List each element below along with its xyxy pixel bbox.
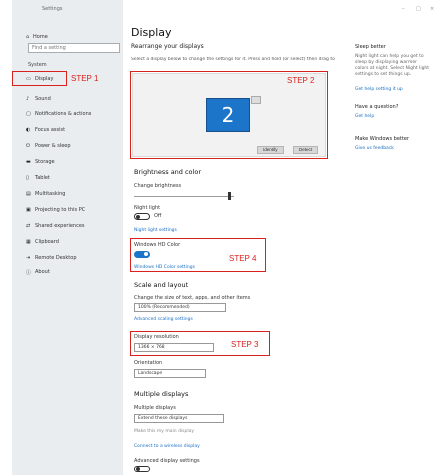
sidebar-item-label: Remote Desktop (35, 255, 77, 261)
speaker-icon: ♪ (26, 96, 30, 102)
sidebar-item-label: Tablet (35, 175, 50, 181)
step1-highlight-box (12, 71, 67, 86)
home-link[interactable]: Home (33, 34, 48, 40)
section-heading-multiple-displays: Multiple displays (134, 390, 189, 398)
notification-icon: ▢ (26, 111, 31, 117)
remote-icon: ⇥ (26, 255, 31, 261)
share-icon: ⇄ (26, 223, 31, 229)
home-icon[interactable]: ⌂ (26, 34, 29, 40)
orientation-label: Orientation (134, 360, 163, 366)
toggle-knob (136, 467, 140, 471)
sidebar-item-shared-experiences[interactable]: ⇄ Shared experiences (26, 220, 122, 232)
sidebar-item-label: Clipboard (35, 239, 59, 245)
power-icon: ⏻ (26, 143, 30, 149)
sleep-help-link[interactable]: Get help setting it up (355, 87, 403, 92)
sidebar-item-label: Focus assist (35, 127, 66, 133)
toggle-knob (136, 215, 140, 219)
page-title: Display (131, 26, 172, 39)
give-feedback-link[interactable]: Give us feedback (355, 146, 394, 151)
close-icon[interactable]: × (430, 6, 434, 12)
sidebar-item-tablet[interactable]: ▯ Tablet (26, 172, 122, 184)
info-icon: ⓘ (26, 270, 32, 276)
advanced-scaling-link[interactable]: Advanced scaling settings (134, 317, 193, 322)
multiple-displays-dropdown[interactable]: Extend these displays (134, 414, 224, 423)
sidebar-item-power[interactable]: ⏻ Power & sleep (26, 140, 122, 152)
sidebar-item-label: Storage (35, 159, 55, 165)
feedback-heading: Make Windows better (355, 136, 409, 142)
storage-icon: ▬ (26, 159, 31, 165)
projector-icon: ▣ (26, 207, 31, 213)
sidebar-item-remote-desktop[interactable]: ⇥ Remote Desktop (26, 252, 122, 264)
moon-icon: ◐ (26, 127, 31, 133)
wireless-display-link[interactable]: Connect to a wireless display (134, 444, 200, 449)
get-help-link[interactable]: Get help (355, 114, 374, 119)
sidebar-item-multitasking[interactable]: ▤ Multitasking (26, 188, 122, 200)
brightness-slider-track[interactable] (134, 196, 234, 197)
multiple-displays-label: Multiple displays (134, 405, 176, 411)
sidebar-item-sound[interactable]: ♪ Sound (26, 93, 122, 105)
step1-label: STEP 1 (71, 74, 99, 83)
brightness-label: Change brightness (134, 183, 182, 189)
multitasking-icon: ▤ (26, 191, 31, 197)
night-light-toggle[interactable] (134, 213, 150, 220)
window-title: Settings (42, 6, 63, 12)
sidebar-item-storage[interactable]: ▬ Storage (26, 156, 122, 168)
brightness-slider-thumb[interactable] (228, 192, 231, 200)
sidebar-item-clipboard[interactable]: ▦ Clipboard (26, 236, 122, 248)
night-light-state: Off (154, 213, 162, 219)
tablet-icon: ▯ (26, 175, 29, 181)
sidebar-item-focus-assist[interactable]: ◐ Focus assist (26, 124, 122, 136)
sidebar-item-label: Sound (35, 96, 51, 102)
step2-label: STEP 2 (287, 76, 315, 85)
orientation-dropdown[interactable]: Landscape (134, 369, 206, 378)
sidebar-item-about[interactable]: ⓘ About (26, 266, 122, 278)
maximize-icon[interactable]: □ (416, 6, 421, 12)
main-display-checkbox-label[interactable]: Make this my main display (134, 429, 194, 434)
night-light-settings-link[interactable]: Night light settings (134, 228, 177, 233)
step4-label: STEP 4 (229, 254, 257, 263)
sidebar-item-label: Multitasking (35, 191, 66, 197)
question-heading: Have a question? (355, 104, 399, 110)
sidebar-item-label: Notifications & actions (35, 111, 92, 117)
sidebar-item-label: Shared experiences (35, 223, 85, 229)
scale-dropdown[interactable]: 100% (Recommended) (134, 303, 226, 312)
sidebar-item-label: Power & sleep (35, 143, 71, 149)
sidebar-item-label: About (35, 269, 50, 275)
clipboard-icon: ▦ (26, 239, 31, 245)
bottom-toggle[interactable] (134, 466, 150, 472)
section-heading-rearrange: Rearrange your displays (131, 43, 204, 50)
sidebar-item-notifications[interactable]: ▢ Notifications & actions (26, 108, 122, 120)
sleep-better-text: Night light can help you get to sleep by… (355, 54, 430, 77)
scale-label: Change the size of text, apps, and other… (134, 295, 251, 301)
sidebar-item-projecting[interactable]: ▣ Projecting to this PC (26, 204, 122, 216)
step3-label: STEP 3 (231, 340, 259, 349)
advanced-display-settings-link[interactable]: Advanced display settings (134, 458, 200, 464)
night-light-label: Night light (134, 205, 161, 211)
rearrange-instruction: Select a display below to change the set… (131, 57, 336, 62)
sidebar-group-system: System (28, 62, 47, 68)
sidebar-item-label: Projecting to this PC (35, 207, 86, 213)
section-heading-scale: Scale and layout (134, 281, 189, 289)
minimize-icon[interactable]: – (402, 6, 405, 12)
section-heading-brightness: Brightness and color (134, 168, 201, 176)
search-input[interactable] (28, 43, 120, 53)
sleep-better-heading: Sleep better (355, 44, 386, 50)
